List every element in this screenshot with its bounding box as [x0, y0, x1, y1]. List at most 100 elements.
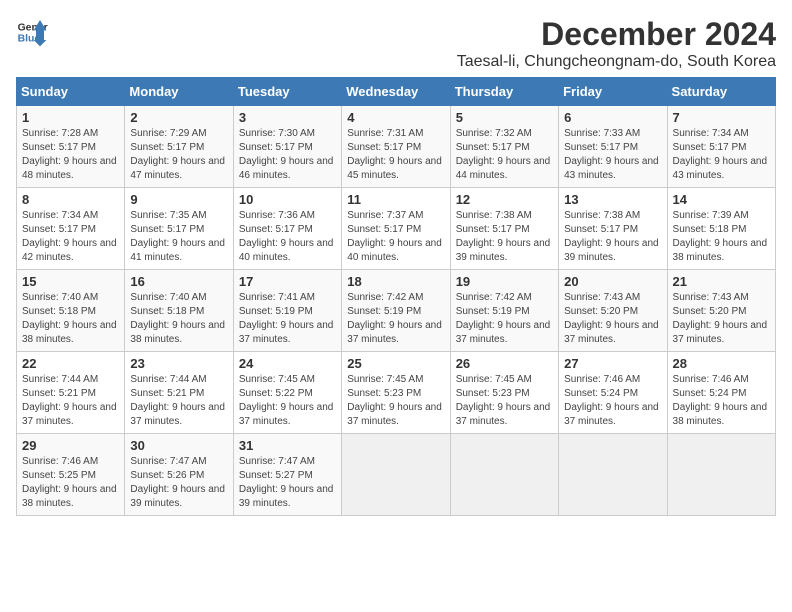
day-info: Sunrise: 7:45 AMSunset: 5:23 PMDaylight:…	[456, 373, 553, 429]
day-number: 25	[347, 356, 444, 371]
weekday-header-saturday: Saturday	[667, 78, 775, 106]
day-number: 26	[456, 356, 553, 371]
day-info: Sunrise: 7:42 AMSunset: 5:19 PMDaylight:…	[456, 291, 553, 347]
calendar-cell: 7 Sunrise: 7:34 AMSunset: 5:17 PMDaylight…	[667, 106, 775, 188]
day-info: Sunrise: 7:46 AMSunset: 5:25 PMDaylight:…	[22, 455, 119, 511]
calendar-cell: 10 Sunrise: 7:36 AMSunset: 5:17 PMDayligh…	[233, 188, 341, 270]
weekday-header-thursday: Thursday	[450, 78, 558, 106]
day-info: Sunrise: 7:39 AMSunset: 5:18 PMDaylight:…	[673, 209, 770, 265]
calendar-week-row: 22 Sunrise: 7:44 AMSunset: 5:21 PMDayligh…	[17, 352, 776, 434]
day-number: 18	[347, 274, 444, 289]
calendar-cell: 18 Sunrise: 7:42 AMSunset: 5:19 PMDayligh…	[342, 270, 450, 352]
day-info: Sunrise: 7:41 AMSunset: 5:19 PMDaylight:…	[239, 291, 336, 347]
calendar-cell: 17 Sunrise: 7:41 AMSunset: 5:19 PMDayligh…	[233, 270, 341, 352]
calendar-cell: 11 Sunrise: 7:37 AMSunset: 5:17 PMDayligh…	[342, 188, 450, 270]
day-info: Sunrise: 7:45 AMSunset: 5:23 PMDaylight:…	[347, 373, 444, 429]
day-number: 19	[456, 274, 553, 289]
calendar-cell: 13Sunrise: 7:38 AMSunset: 5:17 PMDayligh…	[559, 188, 667, 270]
calendar-cell: 28 Sunrise: 7:46 AMSunset: 5:24 PMDayligh…	[667, 352, 775, 434]
day-info: Sunrise: 7:33 AMSunset: 5:17 PMDaylight:…	[564, 127, 661, 183]
calendar-cell	[342, 434, 450, 516]
weekday-header-friday: Friday	[559, 78, 667, 106]
day-number: 4	[347, 110, 444, 125]
day-info: Sunrise: 7:37 AMSunset: 5:17 PMDaylight:…	[347, 209, 444, 265]
day-number: 23	[130, 356, 227, 371]
calendar-cell: 24Sunrise: 7:45 AMSunset: 5:22 PMDayligh…	[233, 352, 341, 434]
day-info: Sunrise: 7:36 AMSunset: 5:17 PMDaylight:…	[239, 209, 336, 265]
day-number: 30	[130, 438, 227, 453]
calendar-cell: 19 Sunrise: 7:42 AMSunset: 5:19 PMDayligh…	[450, 270, 558, 352]
day-info: Sunrise: 7:46 AMSunset: 5:24 PMDaylight:…	[673, 373, 770, 429]
calendar-cell: 8Sunrise: 7:34 AMSunset: 5:17 PMDaylight…	[17, 188, 125, 270]
day-number: 3	[239, 110, 336, 125]
day-number: 27	[564, 356, 661, 371]
weekday-header-monday: Monday	[125, 78, 233, 106]
day-number: 31	[239, 438, 336, 453]
page-header: General Blue December 2024 Taesal-li, Ch…	[16, 16, 776, 71]
day-number: 12	[456, 192, 553, 207]
weekday-header-tuesday: Tuesday	[233, 78, 341, 106]
day-number: 1	[22, 110, 119, 125]
day-number: 10	[239, 192, 336, 207]
day-number: 15	[22, 274, 119, 289]
calendar-cell: 1 Sunrise: 7:28 AMSunset: 5:17 PMDaylight…	[17, 106, 125, 188]
calendar-cell: 12Sunrise: 7:38 AMSunset: 5:17 PMDayligh…	[450, 188, 558, 270]
day-info: Sunrise: 7:34 AMSunset: 5:17 PMDaylight:…	[22, 209, 119, 265]
calendar-week-row: 1 Sunrise: 7:28 AMSunset: 5:17 PMDaylight…	[17, 106, 776, 188]
weekday-header-wednesday: Wednesday	[342, 78, 450, 106]
calendar-cell: 31 Sunrise: 7:47 AMSunset: 5:27 PMDayligh…	[233, 434, 341, 516]
day-info: Sunrise: 7:35 AMSunset: 5:17 PMDaylight:…	[130, 209, 227, 265]
day-info: Sunrise: 7:30 AMSunset: 5:17 PMDaylight:…	[239, 127, 336, 183]
calendar-cell: 25 Sunrise: 7:45 AMSunset: 5:23 PMDayligh…	[342, 352, 450, 434]
calendar-cell: 20 Sunrise: 7:43 AMSunset: 5:20 PMDayligh…	[559, 270, 667, 352]
calendar-week-row: 15 Sunrise: 7:40 AMSunset: 5:18 PMDayligh…	[17, 270, 776, 352]
calendar-cell: 14Sunrise: 7:39 AMSunset: 5:18 PMDayligh…	[667, 188, 775, 270]
day-number: 16	[130, 274, 227, 289]
day-info: Sunrise: 7:42 AMSunset: 5:19 PMDaylight:…	[347, 291, 444, 347]
day-number: 11	[347, 192, 444, 207]
day-number: 20	[564, 274, 661, 289]
day-number: 9	[130, 192, 227, 207]
calendar-cell: 5Sunrise: 7:32 AMSunset: 5:17 PMDaylight…	[450, 106, 558, 188]
calendar-cell: 30 Sunrise: 7:47 AMSunset: 5:26 PMDayligh…	[125, 434, 233, 516]
day-info: Sunrise: 7:31 AMSunset: 5:17 PMDaylight:…	[347, 127, 444, 183]
day-number: 13	[564, 192, 661, 207]
calendar-table: SundayMondayTuesdayWednesdayThursdayFrid…	[16, 77, 776, 516]
calendar-cell: 15Sunrise: 7:40 AMSunset: 5:18 PMDayligh…	[17, 270, 125, 352]
calendar-cell: 26 Sunrise: 7:45 AMSunset: 5:23 PMDayligh…	[450, 352, 558, 434]
day-number: 22	[22, 356, 119, 371]
day-info: Sunrise: 7:43 AMSunset: 5:20 PMDaylight:…	[673, 291, 770, 347]
calendar-cell	[559, 434, 667, 516]
subtitle: Taesal-li, Chungcheongnam-do, South Kore…	[457, 53, 776, 71]
day-number: 6	[564, 110, 661, 125]
calendar-cell: 29 Sunrise: 7:46 AMSunset: 5:25 PMDayligh…	[17, 434, 125, 516]
title-section: December 2024 Taesal-li, Chungcheongnam-…	[457, 16, 776, 71]
day-info: Sunrise: 7:44 AMSunset: 5:21 PMDaylight:…	[22, 373, 119, 429]
calendar-cell: 27Sunrise: 7:46 AMSunset: 5:24 PMDayligh…	[559, 352, 667, 434]
day-info: Sunrise: 7:47 AMSunset: 5:27 PMDaylight:…	[239, 455, 336, 511]
logo: General Blue	[16, 16, 48, 48]
day-number: 5	[456, 110, 553, 125]
day-info: Sunrise: 7:29 AMSunset: 5:17 PMDaylight:…	[130, 127, 227, 183]
calendar-week-row: 8Sunrise: 7:34 AMSunset: 5:17 PMDaylight…	[17, 188, 776, 270]
day-number: 2	[130, 110, 227, 125]
day-info: Sunrise: 7:34 AMSunset: 5:17 PMDaylight:…	[673, 127, 770, 183]
calendar-cell: 16 Sunrise: 7:40 AMSunset: 5:18 PMDayligh…	[125, 270, 233, 352]
day-number: 24	[239, 356, 336, 371]
day-number: 17	[239, 274, 336, 289]
day-number: 7	[673, 110, 770, 125]
day-number: 28	[673, 356, 770, 371]
day-number: 29	[22, 438, 119, 453]
calendar-cell	[450, 434, 558, 516]
calendar-cell: 9 Sunrise: 7:35 AMSunset: 5:17 PMDaylight…	[125, 188, 233, 270]
day-number: 21	[673, 274, 770, 289]
day-info: Sunrise: 7:43 AMSunset: 5:20 PMDaylight:…	[564, 291, 661, 347]
calendar-cell: 6 Sunrise: 7:33 AMSunset: 5:17 PMDaylight…	[559, 106, 667, 188]
calendar-cell: 22 Sunrise: 7:44 AMSunset: 5:21 PMDayligh…	[17, 352, 125, 434]
weekday-header-row: SundayMondayTuesdayWednesdayThursdayFrid…	[17, 78, 776, 106]
calendar-cell: 2 Sunrise: 7:29 AMSunset: 5:17 PMDaylight…	[125, 106, 233, 188]
calendar-cell: 3 Sunrise: 7:30 AMSunset: 5:17 PMDaylight…	[233, 106, 341, 188]
day-info: Sunrise: 7:28 AMSunset: 5:17 PMDaylight:…	[22, 127, 119, 183]
day-info: Sunrise: 7:47 AMSunset: 5:26 PMDaylight:…	[130, 455, 227, 511]
day-info: Sunrise: 7:40 AMSunset: 5:18 PMDaylight:…	[130, 291, 227, 347]
